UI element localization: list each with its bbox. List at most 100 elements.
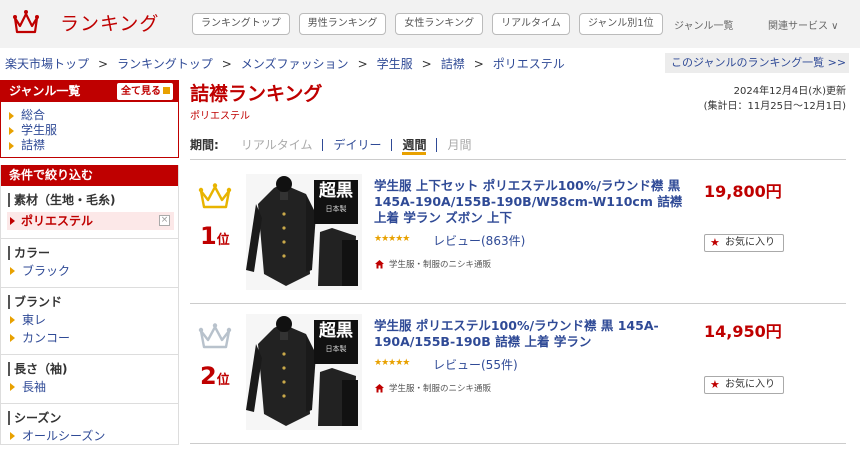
period-tabs: 期間: リアルタイム デイリー 週間 月間 <box>190 130 846 160</box>
triangle-bullet-icon <box>10 383 15 391</box>
product-badge: 超黒 <box>319 321 353 341</box>
filter-item-all-season[interactable]: オールシーズン <box>1 428 178 444</box>
product-image[interactable]: 超黒 日本製 <box>246 174 362 290</box>
filter-item-toray[interactable]: 東レ <box>1 312 178 328</box>
filter-item-kanko[interactable]: カンコー <box>1 330 178 346</box>
genre-item-label: 学生服 <box>21 123 58 137</box>
rank-value: 2 <box>200 362 217 390</box>
divider <box>1 403 178 404</box>
nav-ranking-top[interactable]: ランキングトップ <box>192 13 290 35</box>
nav-men-ranking[interactable]: 男性ランキング <box>298 13 387 35</box>
logo-text: ランキング <box>60 12 160 35</box>
product-image[interactable]: 超黒 日本製 <box>246 314 362 430</box>
genre-item-label: 詰襟 <box>21 138 46 152</box>
filter-group-sleeve-title: 長さ（袖) <box>8 362 178 376</box>
clear-filter-icon[interactable]: × <box>159 215 170 226</box>
filter-box: 条件で絞り込む 素材（生地・毛糸) ポリエステル × カラー ブラック ブランド… <box>0 165 179 445</box>
shop-link[interactable]: 学生服・制服のニシキ通販 <box>374 258 491 270</box>
triangle-bullet-icon <box>10 334 15 342</box>
breadcrumb-tsumeeri[interactable]: 詰襟 <box>441 57 465 71</box>
filter-group-brand-title: ブランド <box>8 295 178 309</box>
star-icon: ★ <box>710 378 720 391</box>
related-services-menu[interactable]: 関連サービス ∨ <box>768 17 839 32</box>
breadcrumb-separator: > <box>221 57 232 71</box>
sidebar: ジャンル一覧 全て見る 総合 学生服 詰襟 条件で絞り込む 素材（生地・毛糸) … <box>0 80 179 451</box>
genre-box: ジャンル一覧 全て見る 総合 学生服 詰襟 <box>0 80 179 158</box>
filter-item-long-sleeve[interactable]: 長袖 <box>1 379 178 395</box>
ranking-item: 2位 超黒 日本製 学生服 ポリエステル100%/ラウンド襟 黒 145A-19… <box>190 304 846 444</box>
favorite-label: お気に入り <box>725 237 775 248</box>
genre-item-overall[interactable]: 総合 <box>9 108 178 123</box>
breadcrumb-separator: > <box>473 57 484 71</box>
tab-weekly[interactable]: 週間 <box>402 137 427 155</box>
page-title: 詰襟ランキング <box>190 83 323 105</box>
product-title-link[interactable]: 学生服 上下セット ポリエステル100%/ラウンド襟 黒 145A-190A/1… <box>374 178 684 226</box>
rank-number: 1位 <box>200 222 230 250</box>
tab-realtime: リアルタイム <box>241 138 324 151</box>
filter-box-title: 条件で絞り込む <box>1 165 178 186</box>
breadcrumb-rakuten-top[interactable]: 楽天市場トップ <box>5 57 89 71</box>
triangle-bullet-icon <box>10 432 15 440</box>
breadcrumb-mens-fashion[interactable]: メンズファッション <box>241 57 349 71</box>
product-price: 19,800円 <box>704 182 782 201</box>
nav-women-ranking[interactable]: 女性ランキング <box>395 13 484 35</box>
triangle-bullet-icon <box>10 267 15 275</box>
genre-box-title: ジャンル一覧 <box>9 84 81 98</box>
divider <box>1 287 178 288</box>
breadcrumb-separator: > <box>357 57 368 71</box>
breadcrumb-school-uniform[interactable]: 学生服 <box>377 57 413 71</box>
genre-item-school-uniform[interactable]: 学生服 <box>9 123 178 138</box>
filter-selected-polyester[interactable]: ポリエステル × <box>7 212 174 230</box>
product-title-link[interactable]: 学生服 ポリエステル100%/ラウンド襟 黒 145A-190A/155B-19… <box>374 318 684 350</box>
arrow-square-icon <box>163 87 170 94</box>
genre-list: 総合 学生服 詰襟 <box>1 102 178 157</box>
product-badge: 超黒 <box>319 181 353 201</box>
nav-realtime[interactable]: リアルタイム <box>492 13 570 35</box>
triangle-bullet-icon <box>10 316 15 324</box>
review-count-link[interactable]: レビュー(55件) <box>433 356 518 373</box>
filter-item-label: 長袖 <box>22 380 47 394</box>
review-count-link[interactable]: レビュー(863件) <box>433 232 525 249</box>
see-all-label: 全て見る <box>121 86 161 97</box>
update-info: 2024年12月4日(水)更新 (集計日：11月25日～12月1日) <box>704 84 846 114</box>
breadcrumb: 楽天市場トップ > ランキングトップ > メンズファッション > 学生服 > 詰襟 > ポリエステル <box>5 55 565 72</box>
ranking-logo[interactable]: ランキング <box>12 8 159 36</box>
tab-daily[interactable]: デイリー <box>323 138 393 151</box>
add-favorite-button[interactable]: ★ お気に入り <box>704 234 784 252</box>
filter-item-label: カンコー <box>22 331 71 345</box>
page-subtitle: ポリエステル <box>190 111 250 122</box>
genre-ranking-list-link[interactable]: このジャンルのランキング一覧 >> <box>665 53 849 73</box>
made-in-japan-label: 日本製 <box>325 345 347 353</box>
ranking-item: 1位 超黒 日本製 学生服 上下セット ポリエステル100%/ラウンド襟 黒 1… <box>190 164 846 304</box>
add-favorite-button[interactable]: ★ お気に入り <box>704 376 784 394</box>
shop-link[interactable]: 学生服・制服のニシキ通販 <box>374 382 491 394</box>
crown-logo-icon <box>13 10 39 34</box>
genre-item-tsumeeri[interactable]: 詰襟 <box>9 138 178 153</box>
filter-item-black[interactable]: ブラック <box>1 263 178 279</box>
rank-unit: 位 <box>216 373 230 388</box>
genre-list-link[interactable]: ジャンル一覧 <box>674 17 734 32</box>
breadcrumb-separator: > <box>98 57 109 71</box>
genre-item-label: 総合 <box>21 108 46 122</box>
breadcrumb-polyester[interactable]: ポリエステル <box>493 57 565 71</box>
top-nav: ランキングトップ 男性ランキング 女性ランキング リアルタイム ジャンル別1位 <box>192 13 672 35</box>
tab-monthly: 月間 <box>447 137 472 152</box>
aggregation-period: (集計日：11月25日～12月1日) <box>703 101 846 112</box>
filter-selected-label: ポリエステル <box>21 214 94 228</box>
see-all-button[interactable]: 全て見る <box>117 83 173 100</box>
breadcrumb-separator: > <box>421 57 432 71</box>
breadcrumb-ranking-top[interactable]: ランキングトップ <box>117 57 213 71</box>
filter-group-color-title: カラー <box>8 246 178 260</box>
favorite-label: お気に入り <box>725 379 775 390</box>
period-label: 期間: <box>190 138 219 152</box>
nav-genre-first[interactable]: ジャンル別1位 <box>578 13 663 35</box>
tab-weekly-wrap: 週間 <box>392 137 438 155</box>
triangle-bullet-icon <box>10 217 15 225</box>
divider <box>1 354 178 355</box>
product-price: 14,950円 <box>704 322 782 341</box>
shop-name: 学生服・制服のニシキ通販 <box>389 384 492 394</box>
rank-number: 2位 <box>200 362 230 390</box>
shop-home-icon <box>375 260 384 269</box>
filter-group-season-title: シーズン <box>8 411 178 425</box>
rank-unit: 位 <box>216 233 230 248</box>
